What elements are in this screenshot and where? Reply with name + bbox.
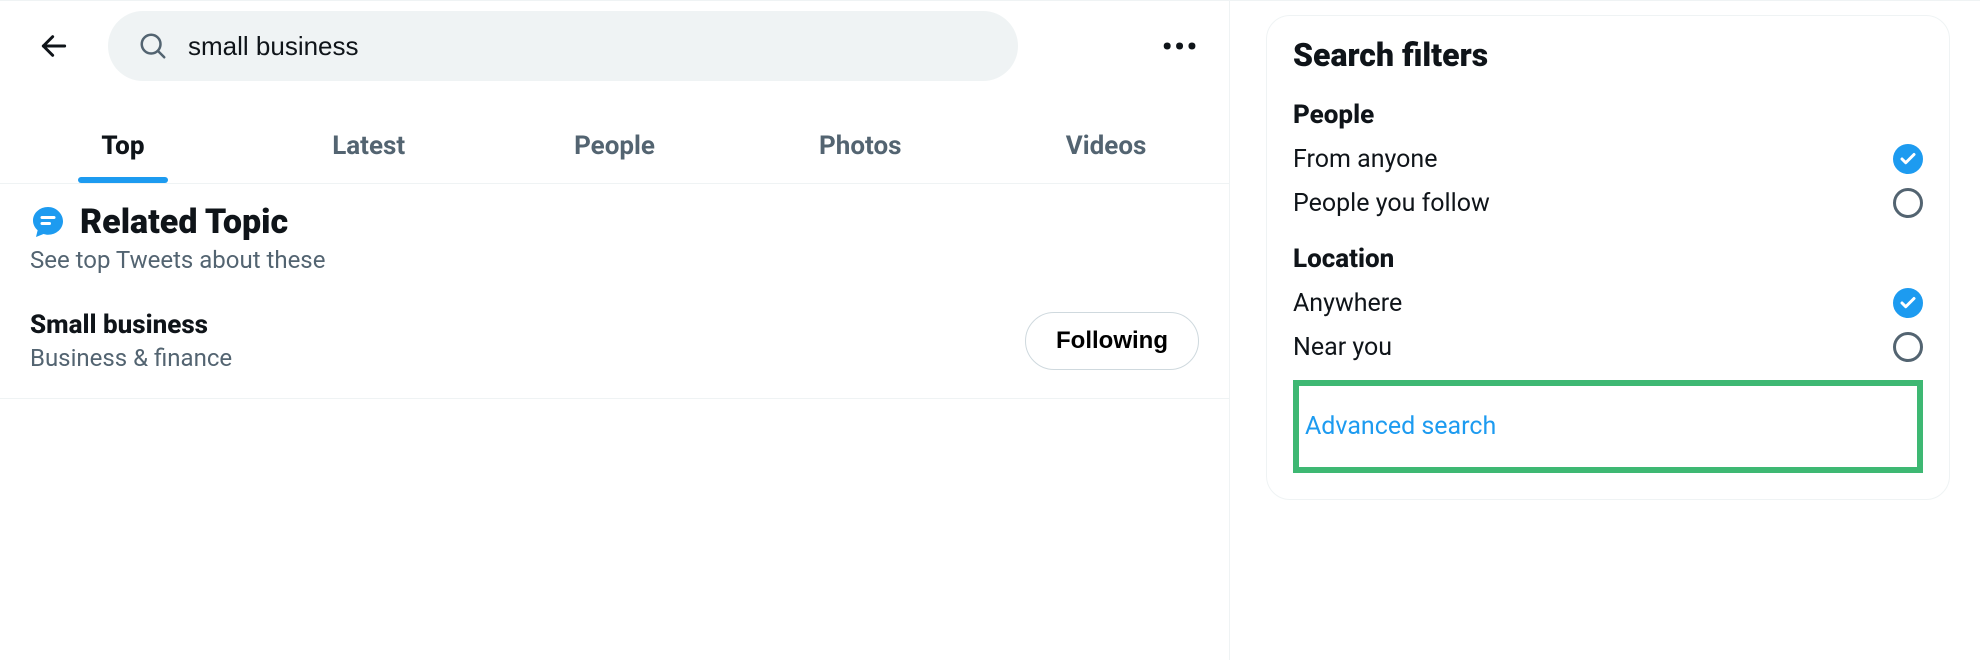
tab-latest[interactable]: Latest bbox=[246, 109, 492, 183]
topic-category: Business & finance bbox=[30, 344, 232, 372]
topic-name: Small business bbox=[30, 310, 232, 340]
related-topic-title: Related Topic bbox=[80, 202, 288, 242]
radio-anywhere[interactable]: Anywhere bbox=[1293, 288, 1923, 318]
main-column: ••• Top Latest People Photos Videos Rela… bbox=[0, 0, 1230, 660]
related-topic-section: Related Topic See top Tweets about these… bbox=[0, 184, 1229, 399]
checkmark-icon bbox=[1899, 150, 1917, 168]
tab-photos[interactable]: Photos bbox=[737, 109, 983, 183]
radio-label: Anywhere bbox=[1293, 289, 1402, 318]
topic-icon bbox=[30, 204, 66, 240]
advanced-search-link[interactable]: Advanced search bbox=[1305, 412, 1496, 441]
radio-control[interactable] bbox=[1893, 144, 1923, 174]
radio-control[interactable] bbox=[1893, 288, 1923, 318]
radio-label: Near you bbox=[1293, 333, 1392, 362]
radio-from-anyone[interactable]: From anyone bbox=[1293, 144, 1923, 174]
radio-control[interactable] bbox=[1893, 332, 1923, 362]
sidebar: Search filters People From anyone People… bbox=[1230, 0, 1980, 660]
following-button[interactable]: Following bbox=[1025, 312, 1199, 370]
search-input[interactable] bbox=[188, 31, 988, 62]
search-icon bbox=[138, 31, 168, 61]
back-arrow-icon bbox=[38, 30, 70, 62]
checkmark-icon bbox=[1899, 294, 1917, 312]
topic-row: Small business Business & finance Follow… bbox=[30, 310, 1199, 372]
tab-people[interactable]: People bbox=[492, 109, 738, 183]
tab-top[interactable]: Top bbox=[0, 109, 246, 183]
search-filters-card: Search filters People From anyone People… bbox=[1266, 15, 1950, 500]
search-tabs: Top Latest People Photos Videos bbox=[0, 109, 1229, 184]
search-header: ••• bbox=[0, 1, 1229, 91]
radio-control[interactable] bbox=[1893, 188, 1923, 218]
radio-label: From anyone bbox=[1293, 145, 1437, 174]
more-button[interactable]: ••• bbox=[1152, 20, 1209, 73]
more-icon: ••• bbox=[1162, 30, 1199, 63]
tab-videos[interactable]: Videos bbox=[983, 109, 1229, 183]
search-filters-title: Search filters bbox=[1293, 36, 1923, 74]
search-field[interactable] bbox=[108, 11, 1018, 81]
topic-info: Small business Business & finance bbox=[30, 310, 232, 372]
radio-near-you[interactable]: Near you bbox=[1293, 332, 1923, 362]
back-button[interactable] bbox=[30, 22, 78, 70]
filter-group-location: Location bbox=[1293, 244, 1923, 274]
filter-group-people: People bbox=[1293, 100, 1923, 130]
related-topic-subtitle: See top Tweets about these bbox=[30, 246, 1199, 274]
radio-people-you-follow[interactable]: People you follow bbox=[1293, 188, 1923, 218]
radio-label: People you follow bbox=[1293, 189, 1490, 218]
advanced-search-row: Advanced search bbox=[1293, 380, 1923, 473]
related-topic-header: Related Topic bbox=[30, 202, 1199, 242]
